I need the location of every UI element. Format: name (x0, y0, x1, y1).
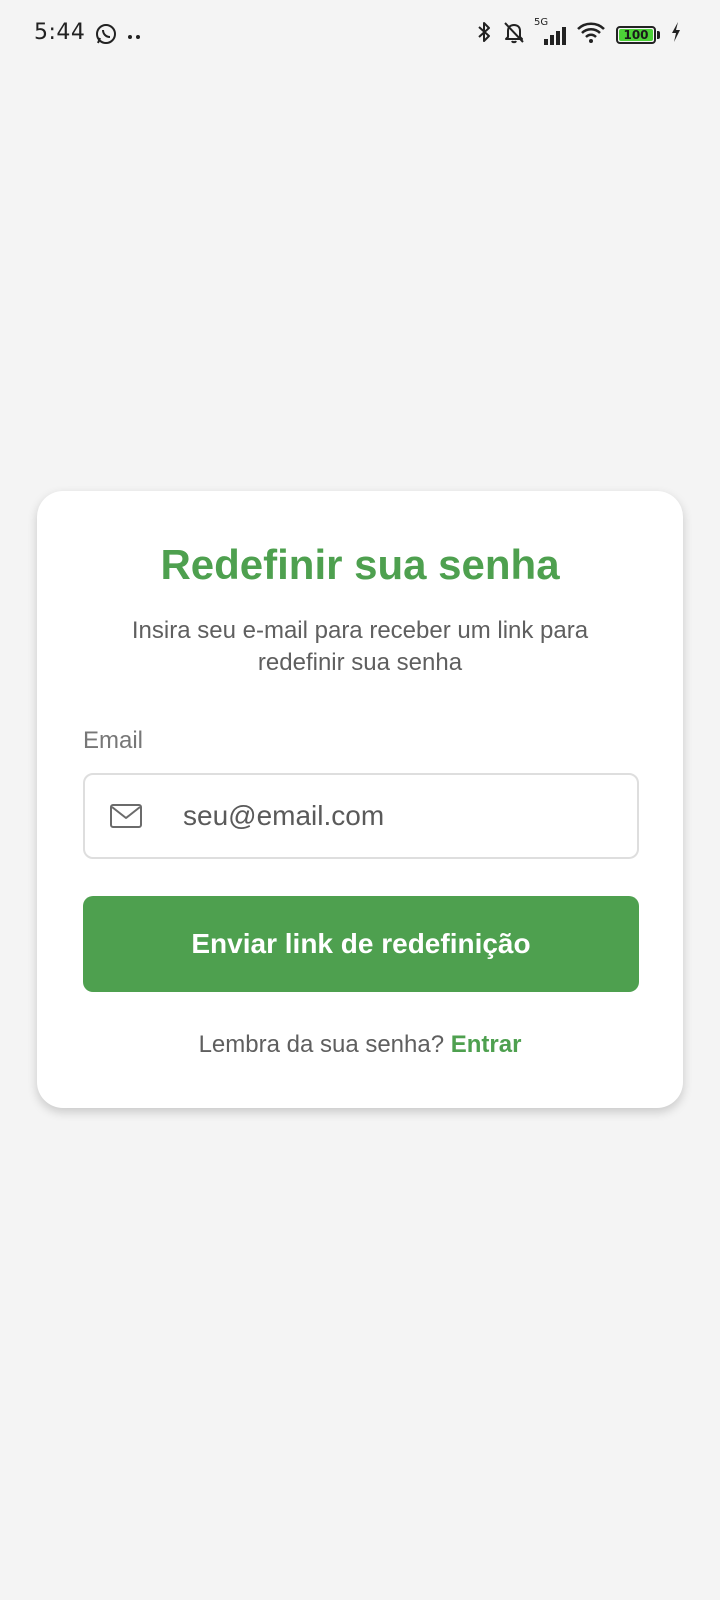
email-field[interactable] (83, 773, 639, 859)
status-left-icons (94, 22, 142, 51)
battery-icon: 100 (616, 25, 660, 44)
mail-icon (109, 803, 143, 829)
battery-level: 100 (623, 27, 649, 42)
login-prompt-text: Lembra da sua senha? (198, 1031, 445, 1058)
whatsapp-icon (94, 22, 118, 51)
bluetooth-icon (476, 20, 492, 49)
wifi-icon (576, 20, 606, 49)
login-prompt: Lembra da sua senha? Entrar (37, 1031, 683, 1059)
status-right-icons: 5G 100 (476, 17, 682, 49)
send-reset-link-button[interactable]: Enviar link de redefinição (83, 896, 639, 992)
network-type: 5G (534, 16, 549, 28)
signal-icon: 5G (534, 17, 566, 47)
page-subtitle: Insira seu e-mail para receber um link p… (131, 617, 589, 676)
status-bar: 5:44 5G 100 (0, 0, 720, 68)
page-title: Redefinir sua senha (160, 541, 560, 588)
login-link[interactable]: Entrar (451, 1031, 522, 1058)
status-time: 5:44 (34, 20, 86, 45)
email-input[interactable] (183, 775, 623, 857)
more-dots-icon (126, 28, 142, 46)
charging-icon (670, 21, 682, 48)
reset-password-card: Redefinir sua senha Insira seu e-mail pa… (37, 491, 683, 1108)
email-label: Email (83, 727, 144, 754)
bell-off-icon (502, 20, 526, 49)
